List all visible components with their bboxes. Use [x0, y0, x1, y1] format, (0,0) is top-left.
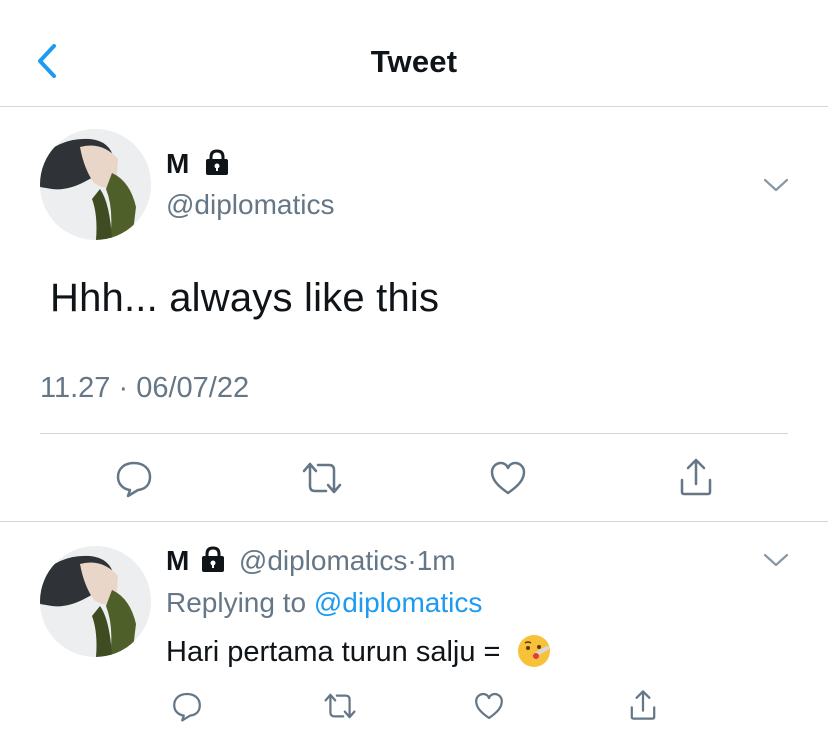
reply-icon[interactable]: [114, 458, 154, 498]
divider: [0, 521, 828, 522]
reply-text-content: Hari pertama turun salju =: [166, 636, 501, 668]
like-icon[interactable]: [473, 690, 505, 722]
retweet-icon[interactable]: [300, 458, 344, 498]
meta-separator: ·: [407, 545, 417, 576]
divider: [40, 433, 788, 434]
reply-icon[interactable]: [171, 690, 203, 722]
author-name[interactable]: M: [166, 545, 189, 576]
chevron-down-icon[interactable]: [762, 551, 790, 569]
replying-to-handle[interactable]: @diplomatics: [314, 587, 482, 618]
reply-header: M @diplomatics·1m: [166, 545, 456, 577]
lock-icon: [206, 149, 228, 175]
reply-time: 1m: [416, 545, 456, 576]
reply-text: Hari pertama turun salju =: [166, 635, 553, 669]
author-name[interactable]: M: [166, 148, 189, 180]
author-handle[interactable]: @diplomatics: [166, 189, 334, 221]
avatar[interactable]: [40, 129, 151, 240]
replying-to-label: Replying to: [166, 587, 307, 618]
avatar-photo: [40, 129, 151, 240]
avatar[interactable]: [40, 546, 151, 657]
like-icon[interactable]: [488, 458, 528, 498]
tweet-text: Hhh... always like this: [50, 276, 440, 320]
page-title: Tweet: [370, 44, 458, 79]
replying-to: Replying to @diplomatics: [166, 587, 482, 619]
face-with-thermometer-icon: [517, 635, 550, 668]
author-handle[interactable]: @diplomatics: [239, 545, 407, 576]
retweet-icon[interactable]: [322, 690, 358, 722]
tweet-timestamp[interactable]: 11.27 · 06/07/22: [40, 372, 249, 405]
chevron-down-icon[interactable]: [762, 176, 790, 194]
share-icon[interactable]: [676, 456, 716, 498]
lock-icon: [202, 546, 225, 572]
share-icon[interactable]: [627, 688, 659, 722]
avatar-photo: [40, 546, 151, 657]
